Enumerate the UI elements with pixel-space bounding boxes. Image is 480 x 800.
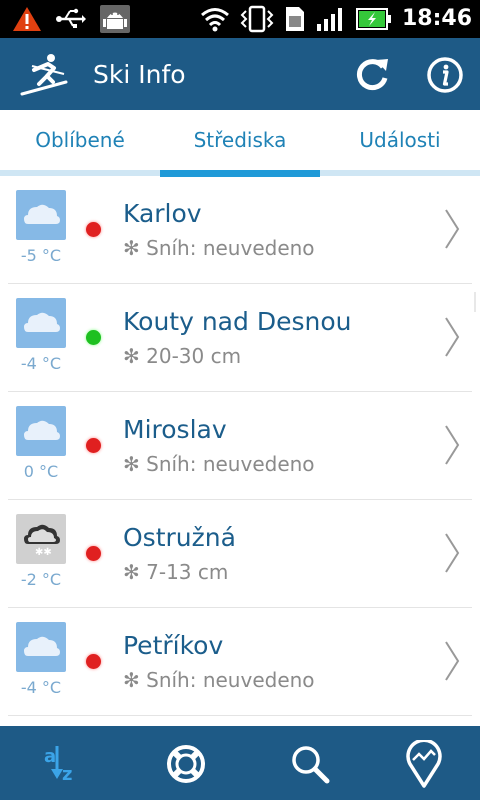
bottom-toolbar: a z xyxy=(0,726,480,800)
cloudy-icon xyxy=(16,406,66,456)
resort-row-kouty[interactable]: -4 °C Kouty nad Desnou ✻ 20-30 cm xyxy=(8,284,472,392)
signal-icon xyxy=(316,8,342,31)
lifebuoy-button[interactable] xyxy=(162,740,210,788)
resort-name: Ostružná xyxy=(123,523,236,552)
sort-az-button[interactable]: a z xyxy=(38,740,86,788)
map-button[interactable] xyxy=(400,740,448,788)
snowflake-icon: ✻ xyxy=(123,236,147,260)
tab-bar: Oblíbené Střediska Události xyxy=(0,110,480,176)
map-pin-icon xyxy=(406,740,442,788)
snowflake-icon: ✻ xyxy=(123,344,147,368)
cloudy-icon xyxy=(16,622,66,672)
snowflake-icon: ✻ xyxy=(123,560,147,584)
status-dot xyxy=(86,654,101,669)
status-dot xyxy=(86,222,101,237)
usb-icon xyxy=(56,8,86,28)
sim-icon xyxy=(285,7,304,31)
resort-name: Kouty nad Desnou xyxy=(123,307,352,336)
search-icon xyxy=(292,746,330,784)
skier-logo-icon xyxy=(20,54,68,96)
snow-info: ✻ 7-13 cm xyxy=(123,560,229,584)
search-button[interactable] xyxy=(286,740,334,788)
tab-events[interactable]: Události xyxy=(320,126,480,154)
battery-charging-icon xyxy=(355,8,391,30)
snowflake-icon: ✻ xyxy=(123,668,147,692)
vibrate-icon xyxy=(240,5,274,33)
resort-name: Karlov xyxy=(123,199,202,228)
resort-name: Petříkov xyxy=(123,631,224,660)
status-time: 18:46 xyxy=(401,6,472,31)
app-title: Ski Info xyxy=(93,60,186,89)
lifebuoy-icon xyxy=(167,745,205,783)
snow-info: ✻ Sníh: neuvedeno xyxy=(123,452,315,476)
warning-icon xyxy=(13,7,41,31)
scrollbar[interactable] xyxy=(474,292,476,312)
resort-row-miroslav[interactable]: 0 °C Miroslav ✻ Sníh: neuvedeno xyxy=(8,392,472,500)
resort-row-ostruzna[interactable]: ✱✱ -2 °C Ostružná ✻ 7-13 cm xyxy=(8,500,472,608)
snow-info: ✻ Sníh: neuvedeno xyxy=(123,236,315,260)
status-dot xyxy=(86,438,101,453)
svg-text:✱✱: ✱✱ xyxy=(35,547,52,558)
resort-list[interactable]: -5 °C Karlov ✻ Sníh: neuvedeno -4 °C Kou… xyxy=(8,176,472,726)
tab-favorites[interactable]: Oblíbené xyxy=(0,126,160,154)
snow-cloud-icon: ✱✱ xyxy=(16,514,66,564)
snow-info: ✻ Sníh: neuvedeno xyxy=(123,668,315,692)
chevron-right-icon xyxy=(445,533,460,573)
status-dot xyxy=(86,330,101,345)
resort-name: Miroslav xyxy=(123,415,227,444)
chevron-right-icon xyxy=(445,209,460,249)
temperature: -5 °C xyxy=(20,246,62,265)
chevron-right-icon xyxy=(445,641,460,681)
info-icon[interactable] xyxy=(425,55,465,95)
svg-text:a: a xyxy=(44,746,56,767)
temperature: -2 °C xyxy=(20,570,62,589)
status-dot xyxy=(86,546,101,561)
wifi-icon xyxy=(201,8,229,32)
cloudy-icon xyxy=(16,298,66,348)
chevron-right-icon xyxy=(445,425,460,465)
chevron-right-icon xyxy=(445,317,460,357)
temperature: 0 °C xyxy=(23,462,59,481)
resort-row-karlov[interactable]: -5 °C Karlov ✻ Sníh: neuvedeno xyxy=(8,176,472,284)
temperature: -4 °C xyxy=(20,678,62,697)
temperature: -4 °C xyxy=(20,354,62,373)
refresh-icon[interactable] xyxy=(352,55,392,95)
cloudy-icon xyxy=(16,190,66,240)
snowflake-icon: ✻ xyxy=(123,452,147,476)
resort-row-petrikov[interactable]: -4 °C Petříkov ✻ Sníh: neuvedeno xyxy=(8,608,472,716)
svg-text:z: z xyxy=(62,764,72,785)
status-bar: 18:46 xyxy=(0,0,480,38)
snow-info: ✻ 20-30 cm xyxy=(123,344,242,368)
tab-resorts[interactable]: Střediska xyxy=(160,126,320,154)
app-bar xyxy=(0,38,480,110)
android-debug-icon xyxy=(100,5,130,33)
sort-az-icon: a z xyxy=(44,746,72,785)
